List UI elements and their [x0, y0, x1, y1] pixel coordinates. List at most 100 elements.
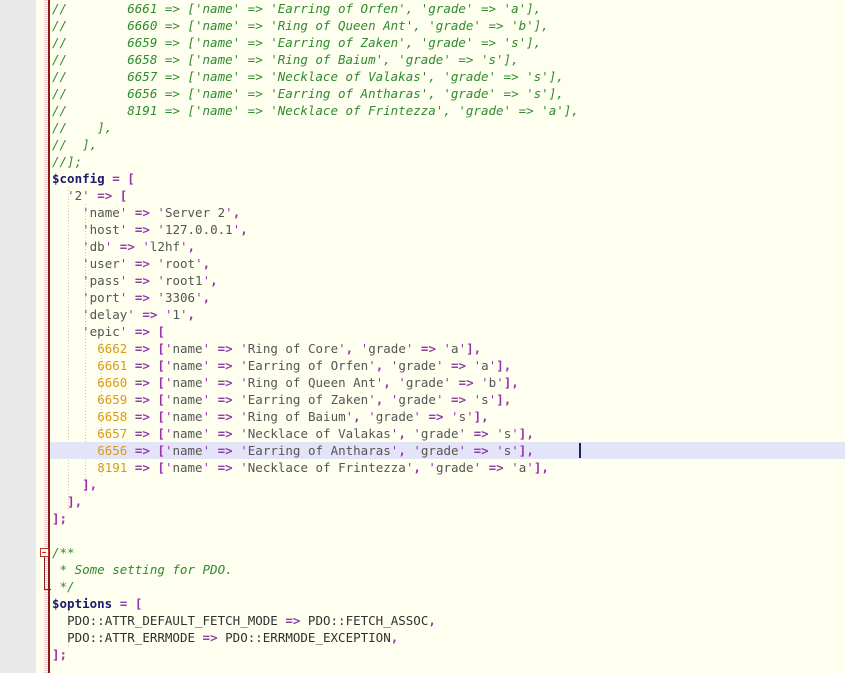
code-line[interactable]: 45// ],	[0, 119, 845, 136]
code-line[interactable]: 41// 6658 => ['name' => 'Ring of Baium',…	[0, 51, 845, 68]
code-line[interactable]: 52 'db' => 'l2hf',	[0, 238, 845, 255]
string-quote: '	[458, 341, 467, 356]
punctuation-token: ]	[496, 358, 504, 373]
line-text: 'host' => '127.0.0.1',	[52, 221, 248, 238]
code-line[interactable]: 50 'name' => 'Server 2',	[0, 204, 845, 221]
punctuation-token: ,	[526, 426, 534, 441]
code-line[interactable]: 71 * Some setting for PDO.	[0, 561, 845, 578]
number-token: 6659	[97, 392, 128, 407]
arrow-operator: =>	[134, 460, 150, 475]
code-line[interactable]: 44// 8191 => ['name' => 'Necklace of Fri…	[0, 102, 845, 119]
string-quote: '	[368, 392, 376, 407]
code-line[interactable]: 38// 6661 => ['name' => 'Earring of Orfe…	[0, 0, 845, 17]
fold-toggle-icon[interactable]	[40, 548, 49, 557]
line-text: $options = [	[52, 595, 142, 612]
code-line[interactable]: 58 6662 => ['name' => 'Ring of Core', 'g…	[0, 340, 845, 357]
code-line[interactable]: 60 6660 => ['name' => 'Ring of Queen Ant…	[0, 374, 845, 391]
code-line[interactable]: 55 'port' => '3306',	[0, 289, 845, 306]
line-text: //];	[52, 153, 82, 170]
code-line[interactable]: 66 ],	[0, 476, 845, 493]
code-line[interactable]: 43// 6656 => ['name' => 'Earring of Anth…	[0, 85, 845, 102]
line-text: // ],	[52, 136, 97, 153]
code-line[interactable]: 54 'pass' => 'root1',	[0, 272, 845, 289]
code-line[interactable]: 48$config = [	[0, 170, 845, 187]
comment-token: // 6658 => ['name' => 'Ring of Baium', '…	[52, 52, 519, 67]
code-line[interactable]: 42// 6657 => ['name' => 'Necklace of Val…	[0, 68, 845, 85]
code-line[interactable]: 62 6658 => ['name' => 'Ring of Baium', '…	[0, 408, 845, 425]
code-line[interactable]: 69	[0, 527, 845, 544]
code-line[interactable]: 73$options = [	[0, 595, 845, 612]
string-quote: '	[202, 460, 211, 475]
code-line[interactable]: 57 'epic' => [	[0, 323, 845, 340]
code-line[interactable]: 68];	[0, 510, 845, 527]
string-quote: '	[82, 256, 90, 271]
code-line[interactable]: 63 6657 => ['name' => 'Necklace of Valak…	[0, 425, 845, 442]
string-quote: '	[473, 460, 482, 475]
code-line[interactable]: 56 'delay' => '1',	[0, 306, 845, 323]
punctuation-token: [	[157, 426, 165, 441]
string-token: Ring of Core	[247, 341, 339, 356]
line-number-gutter[interactable]	[0, 0, 36, 673]
code-line[interactable]: 51 'host' => '127.0.0.1',	[0, 221, 845, 238]
code-line[interactable]: 76];	[0, 646, 845, 663]
code-line[interactable]: 75 PDO::ATTR_ERRMODE => PDO::ERRMODE_EXC…	[0, 629, 845, 646]
code-line[interactable]: 67 ],	[0, 493, 845, 510]
punctuation-token: ,	[428, 613, 436, 628]
line-text: // 6659 => ['name' => 'Earring of Zaken'…	[52, 34, 541, 51]
code-line[interactable]: 40// 6659 => ['name' => 'Earring of Zake…	[0, 34, 845, 51]
line-text: // 8191 => ['name' => 'Necklace of Frint…	[52, 102, 579, 119]
code-line[interactable]: 47//];	[0, 153, 845, 170]
code-line[interactable]: 59 6661 => ['name' => 'Earring of Orfen'…	[0, 357, 845, 374]
code-editor[interactable]: 38// 6661 => ['name' => 'Earring of Orfe…	[0, 0, 845, 673]
string-quote: '	[157, 256, 165, 271]
string-quote: '	[413, 409, 421, 424]
punctuation-token: ,	[187, 307, 196, 322]
string-quote: '	[435, 392, 444, 407]
arrow-operator: =>	[134, 358, 150, 373]
code-line[interactable]: 65 8191 => ['name' => 'Necklace of Frint…	[0, 459, 845, 476]
code-line[interactable]: 74 PDO::ATTR_DEFAULT_FETCH_MODE => PDO::…	[0, 612, 845, 629]
string-quote: '	[240, 375, 248, 390]
code-line[interactable]: 64 6656 => ['name' => 'Earring of Anthar…	[0, 442, 845, 459]
punctuation-token: ,	[232, 205, 241, 220]
code-line[interactable]: 39// 6660 => ['name' => 'Ring of Queen A…	[0, 17, 845, 34]
code-line[interactable]: 61 6659 => ['name' => 'Earring of Zaken'…	[0, 391, 845, 408]
code-line[interactable]: 70/**	[0, 544, 845, 561]
string-quote: '	[458, 443, 467, 458]
string-quote: '	[413, 443, 421, 458]
code-line[interactable]: 49 '2' => [	[0, 187, 845, 204]
comment-token: // 6659 => ['name' => 'Earring of Zaken'…	[52, 35, 542, 50]
number-token: 6657	[97, 426, 128, 441]
string-token: 1	[172, 307, 181, 322]
punctuation-token: ,	[511, 375, 519, 390]
string-token: 2	[74, 188, 83, 203]
code-line[interactable]: 53 'user' => 'root',	[0, 255, 845, 272]
punctuation-token: ,	[413, 460, 421, 475]
code-line[interactable]: 46// ],	[0, 136, 845, 153]
code-line[interactable]: 72 */	[0, 578, 845, 595]
